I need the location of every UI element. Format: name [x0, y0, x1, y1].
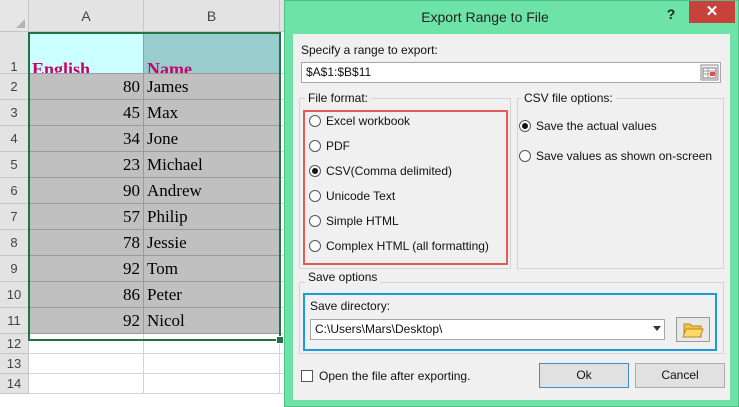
header-cell-name[interactable]: Name — [144, 32, 280, 74]
range-select-icon[interactable] — [700, 64, 719, 81]
row-header[interactable]: 11 — [0, 308, 29, 334]
csv-option-label: Save values as shown on-screen — [536, 149, 713, 163]
row-header[interactable]: 8 — [0, 230, 29, 256]
save-directory-highlight-box — [303, 293, 717, 351]
save-options-legend: Save options — [305, 270, 381, 284]
table-cell[interactable]: Philip — [144, 204, 280, 230]
table-cell[interactable]: Jone — [144, 126, 280, 152]
table-cell[interactable]: Jessie — [144, 230, 280, 256]
csv-option-option[interactable]: Save values as shown on-screen — [519, 147, 712, 165]
fill-handle[interactable] — [276, 336, 284, 344]
empty-cell[interactable] — [144, 374, 280, 394]
ok-button[interactable]: Ok — [539, 363, 629, 388]
select-all-corner[interactable] — [0, 0, 29, 32]
select-all-triangle-icon — [16, 19, 25, 28]
close-icon: ✕ — [705, 3, 719, 20]
row-header[interactable]: 5 — [0, 152, 29, 178]
table-cell[interactable]: Nicol — [144, 308, 280, 334]
cancel-button[interactable]: Cancel — [635, 363, 725, 388]
table-cell[interactable]: 92 — [29, 308, 144, 334]
row-header[interactable]: 13 — [0, 354, 29, 374]
export-range-dialog: Export Range to File ? ✕ Specify a range… — [284, 0, 739, 407]
table-cell[interactable]: 90 — [29, 178, 144, 204]
csv-option-option[interactable]: Save the actual values — [519, 117, 657, 135]
table-cell[interactable]: 92 — [29, 256, 144, 282]
empty-cell[interactable] — [29, 374, 144, 394]
table-cell[interactable]: James — [144, 74, 280, 100]
table-cell[interactable]: 45 — [29, 100, 144, 126]
row-header[interactable]: 9 — [0, 256, 29, 282]
row-header[interactable]: 14 — [0, 374, 29, 394]
file-format-highlight-box — [303, 110, 508, 265]
table-cell[interactable]: 86 — [29, 282, 144, 308]
close-button[interactable]: ✕ — [689, 1, 735, 23]
csv-option-label: Save the actual values — [536, 119, 657, 133]
file-format-legend: File format: — [305, 91, 372, 105]
spreadsheet: A B 1 English Name 2 80 James 3 45 Max 4 34 Jone 5 23… — [0, 0, 300, 407]
table-cell[interactable]: Peter — [144, 282, 280, 308]
csv-option-radio[interactable] — [519, 150, 531, 162]
table-cell[interactable]: Max — [144, 100, 280, 126]
header-cell-english[interactable]: English — [29, 32, 144, 74]
row-header[interactable]: 12 — [0, 334, 29, 354]
row-header[interactable]: 10 — [0, 282, 29, 308]
row-header[interactable]: 2 — [0, 74, 29, 100]
empty-cell[interactable] — [144, 334, 280, 354]
column-header-a[interactable]: A — [29, 0, 144, 32]
table-cell[interactable]: 80 — [29, 74, 144, 100]
open-after-export-checkbox[interactable] — [301, 370, 313, 382]
empty-cell[interactable] — [144, 354, 280, 374]
open-after-export-label: Open the file after exporting. — [319, 369, 471, 383]
dialog-title: Export Range to File — [421, 9, 549, 25]
table-cell[interactable]: 78 — [29, 230, 144, 256]
csv-option-radio[interactable] — [519, 120, 531, 132]
help-button[interactable]: ? — [663, 4, 679, 24]
empty-cell[interactable] — [29, 334, 144, 354]
row-header[interactable]: 7 — [0, 204, 29, 230]
dialog-titlebar[interactable]: Export Range to File ? ✕ — [285, 1, 738, 34]
dialog-body: Specify a range to export: $A$1:$B$11 Fi… — [293, 34, 730, 400]
table-cell[interactable]: Andrew — [144, 178, 280, 204]
table-cell[interactable]: 57 — [29, 204, 144, 230]
row-header[interactable]: 6 — [0, 178, 29, 204]
row-header[interactable]: 4 — [0, 126, 29, 152]
csv-options-legend: CSV file options: — [521, 91, 616, 105]
table-cell[interactable]: Michael — [144, 152, 280, 178]
table-cell[interactable]: Tom — [144, 256, 280, 282]
range-label: Specify a range to export: — [301, 43, 438, 57]
column-header-b[interactable]: B — [144, 0, 280, 32]
row-header[interactable]: 1 — [0, 32, 29, 74]
open-after-export-option[interactable]: Open the file after exporting. — [301, 368, 470, 384]
range-value: $A$1:$B$11 — [306, 65, 372, 79]
range-input[interactable]: $A$1:$B$11 — [301, 62, 721, 83]
empty-cell[interactable] — [29, 354, 144, 374]
table-cell[interactable]: 34 — [29, 126, 144, 152]
row-header[interactable]: 3 — [0, 100, 29, 126]
table-cell[interactable]: 23 — [29, 152, 144, 178]
